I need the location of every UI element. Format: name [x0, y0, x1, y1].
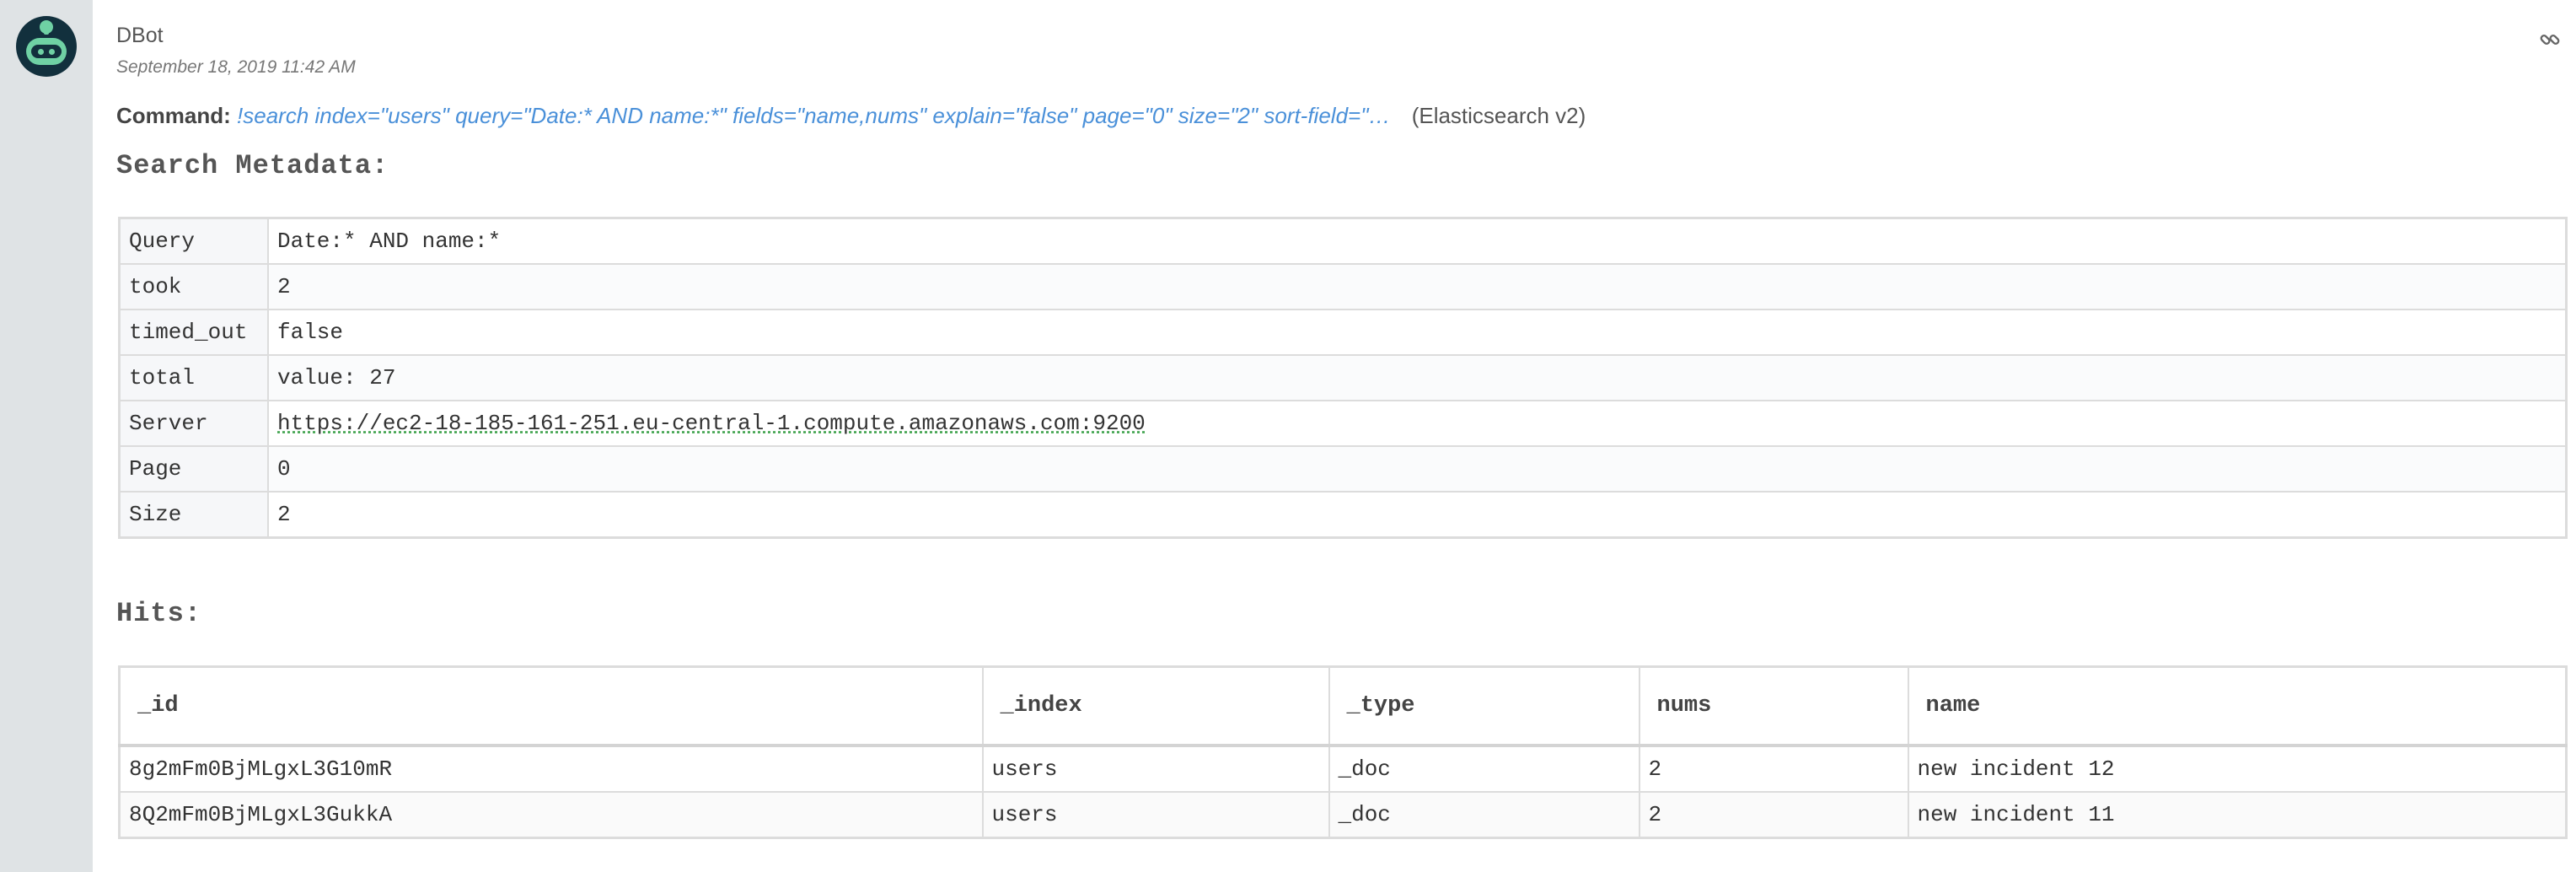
server-link[interactable]: https://ec2-18-185-161-251.eu-central-1.…	[277, 411, 1146, 436]
metadata-value: 2	[267, 491, 2568, 539]
hit-nums-cell: 2	[1638, 791, 1909, 839]
hit-type-cell: _doc	[1328, 745, 1640, 793]
hit-index-cell: users	[981, 745, 1330, 793]
avatar-gutter	[0, 0, 93, 872]
message-timestamp: September 18, 2019 11:42 AM	[116, 57, 356, 77]
table-header-row: _id _index _type nums name	[118, 665, 2568, 747]
metadata-key: Query	[118, 217, 269, 265]
column-header-index[interactable]: _index	[981, 665, 1330, 747]
metadata-value: 0	[267, 445, 2568, 493]
metadata-key: took	[118, 263, 269, 310]
hit-name-cell: new incident 11	[1907, 791, 2568, 839]
search-metadata-table: Query Date:* AND name:* took 2 timed_out…	[118, 217, 2568, 539]
hit-index-cell: users	[981, 791, 1330, 839]
command-label: Command:	[116, 103, 231, 128]
table-row: 8g2mFm0BjMLgxL3G10mR users _doc 2 new in…	[118, 745, 2568, 793]
column-header-name[interactable]: name	[1907, 665, 2568, 747]
hit-nums-cell: 2	[1638, 745, 1909, 793]
search-metadata-title: Search Metadata:	[116, 150, 389, 181]
command-line: Command: !search index="users" query="Da…	[116, 103, 1586, 129]
table-row: timed_out false	[118, 309, 2568, 356]
hit-name-cell: new incident 12	[1907, 745, 2568, 793]
hit-type-cell: _doc	[1328, 791, 1640, 839]
metadata-value: Date:* AND name:*	[267, 217, 2568, 265]
metadata-key: Page	[118, 445, 269, 493]
column-header-type[interactable]: _type	[1328, 665, 1640, 747]
hit-id-cell: 8g2mFm0BjMLgxL3G10mR	[118, 745, 984, 793]
metadata-value: value: 27	[267, 354, 2568, 401]
table-row: 8Q2mFm0BjMLgxL3GukkA users _doc 2 new in…	[118, 791, 2568, 839]
metadata-key: Size	[118, 491, 269, 539]
metadata-value: https://ec2-18-185-161-251.eu-central-1.…	[267, 400, 2568, 447]
hits-table: _id _index _type nums name 8g2mFm0BjMLgx…	[118, 665, 2568, 839]
metadata-key: timed_out	[118, 309, 269, 356]
integration-name: (Elasticsearch v2)	[1411, 103, 1586, 128]
hits-title: Hits:	[116, 598, 202, 629]
column-header-id[interactable]: _id	[118, 665, 984, 747]
hit-id-cell: 8Q2mFm0BjMLgxL3GukkA	[118, 791, 984, 839]
table-row: Page 0	[118, 445, 2568, 493]
table-row: Server https://ec2-18-185-161-251.eu-cen…	[118, 400, 2568, 447]
table-row: Query Date:* AND name:*	[118, 217, 2568, 265]
table-row: total value: 27	[118, 354, 2568, 401]
metadata-key: total	[118, 354, 269, 401]
author-name: DBot	[116, 24, 164, 47]
command-text[interactable]: !search index="users" query="Date:* AND …	[237, 103, 1390, 128]
robot-avatar-icon	[16, 16, 77, 77]
link-icon[interactable]	[2539, 29, 2561, 51]
table-row: Size 2	[118, 491, 2568, 539]
table-row: took 2	[118, 263, 2568, 310]
column-header-nums[interactable]: nums	[1638, 665, 1909, 747]
metadata-value: false	[267, 309, 2568, 356]
metadata-value: 2	[267, 263, 2568, 310]
metadata-key: Server	[118, 400, 269, 447]
